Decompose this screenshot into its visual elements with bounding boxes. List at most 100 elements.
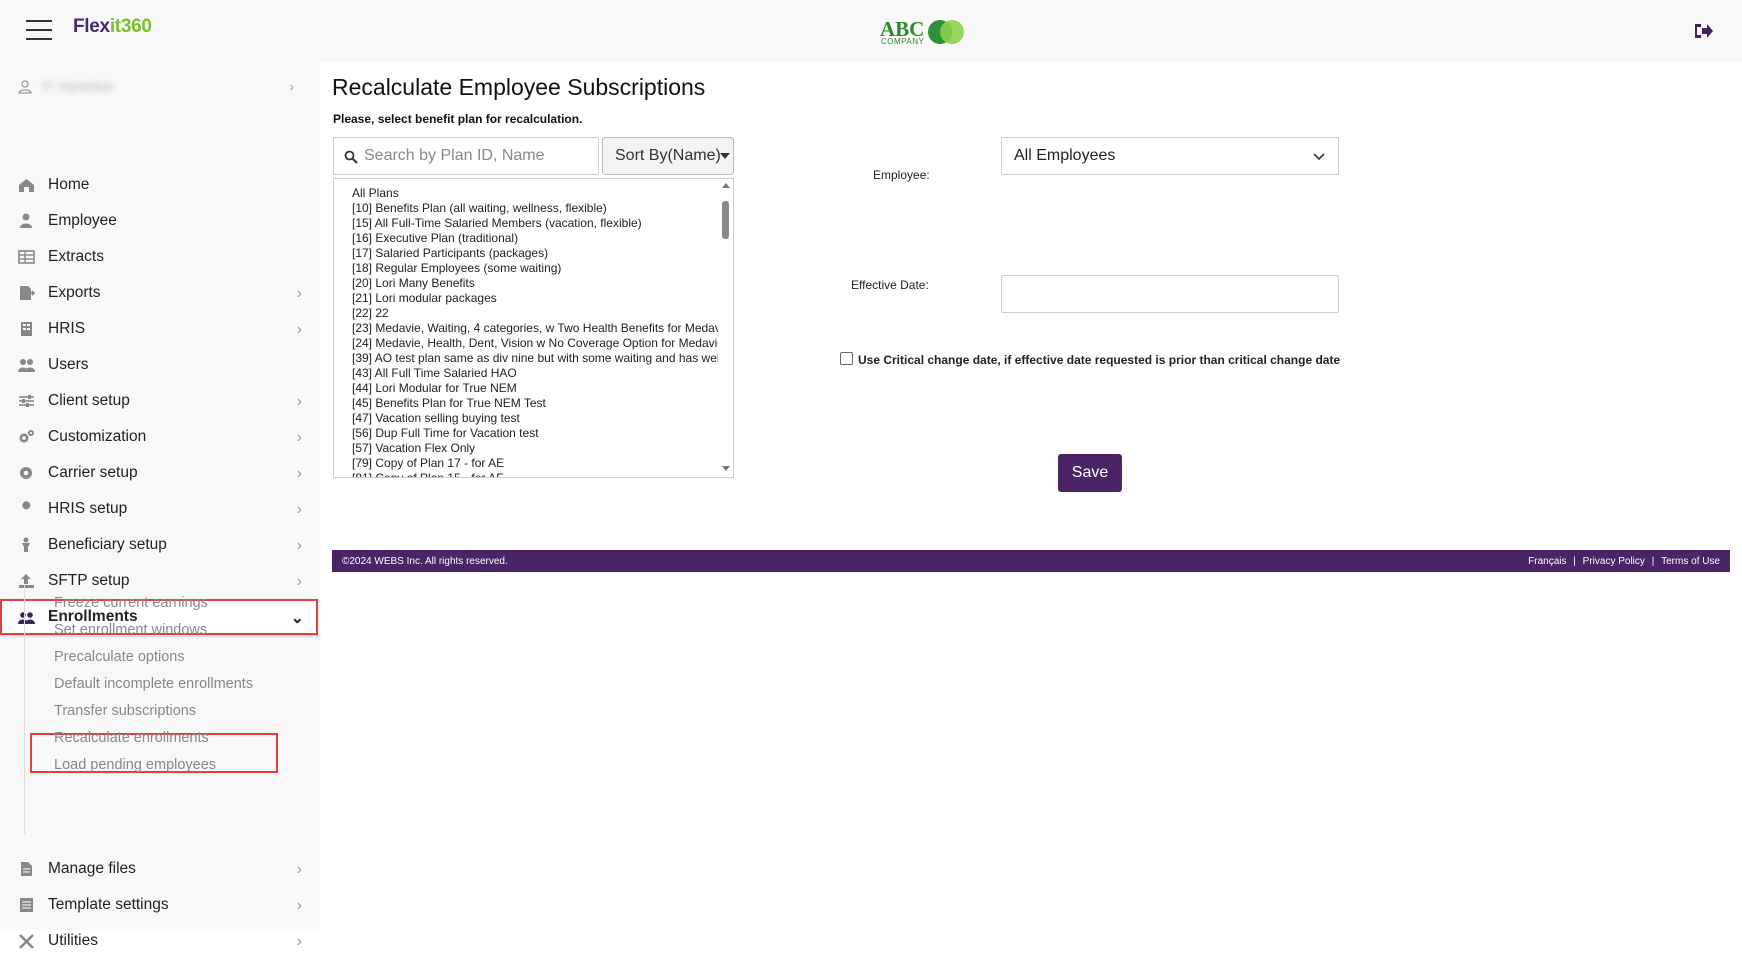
sidebar-item-users[interactable]: Users xyxy=(0,347,318,383)
plan-search-field[interactable] xyxy=(333,137,599,175)
submenu-item-precalculate-options[interactable]: Precalculate options xyxy=(54,649,185,665)
chevron-right-icon: › xyxy=(296,429,302,446)
submenu-item-freeze-current-earnings[interactable]: Freeze current earnings xyxy=(54,595,208,611)
sort-by-button[interactable]: Sort By(Name) xyxy=(602,137,734,175)
plan-option[interactable]: [20] Lori Many Benefits xyxy=(352,276,718,291)
privacy-policy-link[interactable]: Privacy Policy xyxy=(1583,556,1645,567)
scroll-down-arrow-icon[interactable] xyxy=(722,466,730,471)
plan-option[interactable]: [22] 22 xyxy=(352,306,718,321)
plan-option[interactable]: [21] Lori modular packages xyxy=(352,291,718,306)
logout-icon[interactable] xyxy=(1692,20,1714,42)
beneficiary-icon xyxy=(22,537,30,552)
sidebar-item-hris-setup[interactable]: HRIS setup › xyxy=(0,491,318,527)
submenu-item-transfer-subscriptions[interactable]: Transfer subscriptions xyxy=(54,703,196,719)
search-icon xyxy=(344,150,358,164)
enrollments-icon xyxy=(18,612,35,624)
sidebar-item-client-setup[interactable]: Client setup › xyxy=(0,383,318,419)
plan-option[interactable]: [56] Dup Full Time for Vacation test xyxy=(352,426,718,441)
sidebar-item-sftp-setup[interactable]: SFTP setup › xyxy=(0,563,318,599)
plan-option[interactable]: [57] Vacation Flex Only xyxy=(352,441,718,456)
footer-separator: | xyxy=(1651,556,1655,567)
upload-icon xyxy=(19,574,34,588)
copyright-text: ©2024 WEBS Inc. All rights reserved. xyxy=(342,556,508,567)
sidebar-item-label: Client setup xyxy=(48,392,130,409)
plan-option[interactable]: [23] Medavie, Waiting, 4 categories, w T… xyxy=(352,321,718,336)
sidebar-item-extracts[interactable]: Extracts xyxy=(0,239,318,275)
francais-link[interactable]: Français xyxy=(1528,556,1566,567)
sidebar-item-utilities[interactable]: Utilities › xyxy=(0,923,318,959)
plan-search-input[interactable] xyxy=(364,144,592,168)
hamburger-menu-icon[interactable] xyxy=(26,20,52,40)
chevron-right-icon: › xyxy=(296,933,302,950)
user-profile-row[interactable]: P. Hamilton › xyxy=(0,72,310,102)
plan-option[interactable]: [45] Benefits Plan for True NEM Test xyxy=(352,396,718,411)
plan-option[interactable]: [81] Copy of Plan 15 - for AE xyxy=(352,471,718,477)
table-icon xyxy=(18,250,35,264)
user-icon xyxy=(18,80,32,94)
logo-part-360: 360 xyxy=(120,16,152,37)
logo-part-flex: Flex xyxy=(73,16,110,37)
employee-label: Employee: xyxy=(873,168,930,182)
user-name: P. Hamilton xyxy=(43,78,114,94)
sidebar-item-label: Users xyxy=(48,356,89,373)
terms-of-use-link[interactable]: Terms of Use xyxy=(1661,556,1720,567)
gears-icon xyxy=(19,430,34,443)
plan-option[interactable]: [43] All Full Time Salaried HAO xyxy=(352,366,718,381)
employee-select-value: All Employees xyxy=(1014,147,1116,164)
critical-change-checkbox[interactable] xyxy=(840,352,853,365)
sidebar-item-home[interactable]: Home xyxy=(0,167,318,203)
flexit360-logo[interactable]: Flexit360 xyxy=(73,16,152,38)
abc-company-logo: ABC COMPANY xyxy=(880,18,970,48)
sidebar-item-template-settings[interactable]: Template settings › xyxy=(0,887,318,923)
plan-option[interactable]: [17] Salaried Participants (packages) xyxy=(352,246,718,261)
plan-option[interactable]: [39] AO test plan same as div nine but w… xyxy=(352,351,718,366)
sidebar-item-hris[interactable]: HRIS › xyxy=(0,311,318,347)
sliders-icon xyxy=(19,395,34,407)
chevron-right-icon: › xyxy=(296,285,302,302)
plan-option[interactable]: [44] Lori Modular for True NEM xyxy=(352,381,718,396)
plan-listbox[interactable]: All Plans [10] Benefits Plan (all waiting… xyxy=(333,178,734,478)
users-icon xyxy=(18,359,35,372)
plan-option[interactable]: [24] Medavie, Health, Dent, Vision w No … xyxy=(352,336,718,351)
plan-option[interactable]: [15] All Full-Time Salaried Members (vac… xyxy=(352,216,718,231)
plan-option[interactable]: All Plans xyxy=(352,186,718,201)
sidebar-item-label: Extracts xyxy=(48,248,104,265)
sidebar-item-carrier-setup[interactable]: Carrier setup › xyxy=(0,455,318,491)
instruction-text: Please, select benefit plan for recalcul… xyxy=(333,112,583,126)
employee-select[interactable]: All Employees xyxy=(1001,137,1339,175)
plan-option[interactable]: [10] Benefits Plan (all waiting, wellnes… xyxy=(352,201,718,216)
submenu-item-recalculate-enrollments[interactable]: Recalculate enrollments xyxy=(54,730,209,746)
save-button[interactable]: Save xyxy=(1058,454,1122,492)
plan-option[interactable]: [16] Executive Plan (traditional) xyxy=(352,231,718,246)
chevron-right-icon: › xyxy=(296,501,302,518)
listbox-scrollbar[interactable] xyxy=(718,179,733,477)
submenu-guide-line xyxy=(24,584,25,834)
plan-option[interactable]: [79] Copy of Plan 17 - for AE xyxy=(352,456,718,471)
submenu-item-set-enrollment-windows[interactable]: Set enrollment windows xyxy=(54,622,207,638)
sidebar-item-customization[interactable]: Customization › xyxy=(0,419,318,455)
file-icon xyxy=(21,862,32,876)
plan-option[interactable]: [47] Vacation selling buying test xyxy=(352,411,718,426)
sidebar-item-exports[interactable]: Exports › xyxy=(0,275,318,311)
scroll-up-arrow-icon[interactable] xyxy=(722,183,730,188)
chevron-right-icon: › xyxy=(296,861,302,878)
plan-option[interactable]: [18] Regular Employees (some waiting) xyxy=(352,261,718,276)
employee-icon xyxy=(20,213,32,228)
sidebar-item-employee[interactable]: Employee xyxy=(0,203,318,239)
export-icon xyxy=(20,286,35,300)
home-icon xyxy=(19,179,34,192)
sidebar-item-label: Exports xyxy=(48,284,101,301)
wrench-icon xyxy=(21,501,31,516)
submenu-item-default-incomplete-enrollments[interactable]: Default incomplete enrollments xyxy=(54,676,253,692)
sidebar-item-label: HRIS xyxy=(48,320,86,337)
submenu-item-load-pending-employees[interactable]: Load pending employees xyxy=(54,757,216,773)
sidebar-item-beneficiary-setup[interactable]: Beneficiary setup › xyxy=(0,527,318,563)
footer: ©2024 WEBS Inc. All rights reserved. Fra… xyxy=(332,550,1730,572)
chevron-right-icon: › xyxy=(296,465,302,482)
tools-icon xyxy=(19,934,34,949)
sidebar-item-manage-files[interactable]: Manage files › xyxy=(0,851,318,887)
sidebar-item-label: Utilities xyxy=(48,932,98,949)
effective-date-input[interactable] xyxy=(1001,275,1339,313)
effective-date-label: Effective Date: xyxy=(851,278,929,292)
scroll-thumb[interactable] xyxy=(722,201,729,239)
